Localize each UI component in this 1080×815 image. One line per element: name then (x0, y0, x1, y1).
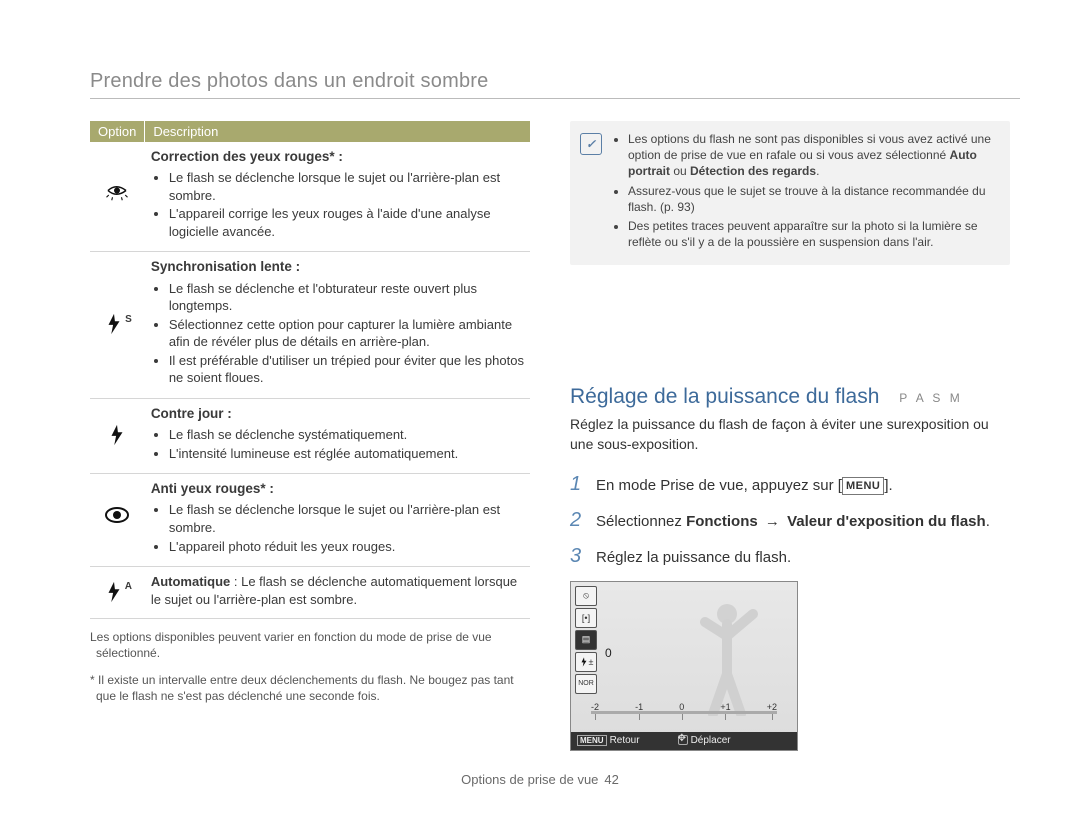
bullet: L'appareil corrige les yeux rouges à l'a… (169, 205, 524, 240)
eye-wink-icon (90, 142, 145, 252)
step-number: 3 (570, 541, 586, 571)
bullet: Le flash se déclenche systématiquement. (169, 426, 524, 444)
step-number: 2 (570, 505, 586, 535)
flash-a-icon: A (90, 567, 145, 619)
table-row: Contre jour : Le flash se déclenche syst… (90, 398, 530, 473)
lcd-footer: MENURetour Déplacer (571, 732, 797, 750)
section-heading: Réglage de la puissance du flash P A S M (570, 385, 1010, 409)
row-title: Anti yeux rouges* : (151, 481, 274, 496)
lcd-person-silhouette (679, 596, 775, 716)
tick: +1 (720, 702, 730, 712)
table-row: A Automatique : Le flash se déclenche au… (90, 567, 530, 619)
note-item: Assurez-vous que le sujet se trouve à la… (628, 183, 998, 215)
bullet: Le flash se déclenche et l'obturateur re… (169, 280, 524, 315)
lcd-icon-off: ⦸ (575, 586, 597, 606)
note-item: Les options du flash ne sont pas disponi… (628, 131, 998, 180)
footnote-2: * Il existe un intervalle entre deux déc… (90, 672, 530, 704)
columns: Option Description Correction des yeux r… (90, 121, 1020, 751)
page-title: Prendre des photos dans un endroit sombr… (90, 70, 1020, 93)
camera-lcd-preview: ⦸ [•] ▤ ± NOR 0 -2 -1 0 +1 +2 (570, 581, 798, 751)
bullet: Il est préférable d'utiliser un trépied … (169, 352, 524, 387)
lcd-slider: -2 -1 0 +1 +2 (591, 702, 777, 724)
mode-badges: P A S M (899, 391, 962, 405)
row-title: Contre jour : (151, 406, 232, 421)
section-paragraph: Réglez la puissance du flash de façon à … (570, 415, 1010, 454)
arrow-icon: → (762, 513, 783, 530)
bullet: Le flash se déclenche lorsque le sujet o… (169, 169, 524, 204)
note-box: ✓ Les options du flash ne sont pas dispo… (570, 121, 1010, 265)
lcd-footer-left: Retour (610, 735, 640, 746)
tick: -1 (635, 702, 643, 712)
eye-icon (90, 474, 145, 567)
lcd-icon-ev: ± (575, 652, 597, 672)
lcd-value: 0 (605, 646, 612, 660)
row-title: Correction des yeux rouges* : (151, 149, 343, 164)
left-column: Option Description Correction des yeux r… (90, 121, 530, 751)
row-title: Synchronisation lente : (151, 259, 300, 274)
title-rule (90, 98, 1020, 99)
lcd-nav-icon (678, 735, 688, 745)
flash-s-icon: S (90, 252, 145, 399)
row-title: Automatique (151, 574, 230, 589)
lcd-footer-right: Déplacer (691, 735, 731, 746)
footnote-1: Les options disponibles peuvent varier e… (90, 629, 530, 661)
tick: -2 (591, 702, 599, 712)
bullet: Sélectionnez cette option pour capturer … (169, 316, 524, 351)
menu-key: MENU (842, 477, 884, 496)
options-table: Option Description Correction des yeux r… (90, 121, 530, 619)
table-row: Correction des yeux rouges* : Le flash s… (90, 142, 530, 252)
note-icon: ✓ (580, 133, 602, 155)
bullet: L'intensité lumineuse est réglée automat… (169, 445, 524, 463)
flash-icon (90, 398, 145, 473)
tick: +2 (767, 702, 777, 712)
note-item: Des petites traces peuvent apparaître su… (628, 218, 998, 250)
right-column: ✓ Les options du flash ne sont pas dispo… (570, 121, 1010, 751)
th-option: Option (90, 121, 145, 142)
steps-list: 1 En mode Prise de vue, appuyez sur [MEN… (570, 469, 1010, 571)
lcd-icon-nor: NOR (575, 674, 597, 694)
lcd-side-icons: ⦸ [•] ▤ ± NOR (575, 586, 599, 694)
lcd-icon-focus: [•] (575, 608, 597, 628)
th-description: Description (145, 121, 530, 142)
bullet: L'appareil photo réduit les yeux rouges. (169, 538, 524, 556)
tick: 0 (679, 702, 684, 712)
page: Prendre des photos dans un endroit sombr… (0, 0, 1080, 815)
lcd-icon-meter: ▤ (575, 630, 597, 650)
lcd-menu-key: MENU (577, 735, 607, 746)
step-number: 1 (570, 469, 586, 499)
step-2: 2 Sélectionnez Fonctions → Valeur d'expo… (570, 505, 1010, 535)
table-row: Anti yeux rouges* : Le flash se déclench… (90, 474, 530, 567)
table-row: S Synchronisation lente : Le flash se dé… (90, 252, 530, 399)
step-1: 1 En mode Prise de vue, appuyez sur [MEN… (570, 469, 1010, 499)
bullet: Le flash se déclenche lorsque le sujet o… (169, 501, 524, 536)
step-3: 3 Réglez la puissance du flash. (570, 541, 1010, 571)
page-footer: Options de prise de vue42 (0, 772, 1080, 787)
